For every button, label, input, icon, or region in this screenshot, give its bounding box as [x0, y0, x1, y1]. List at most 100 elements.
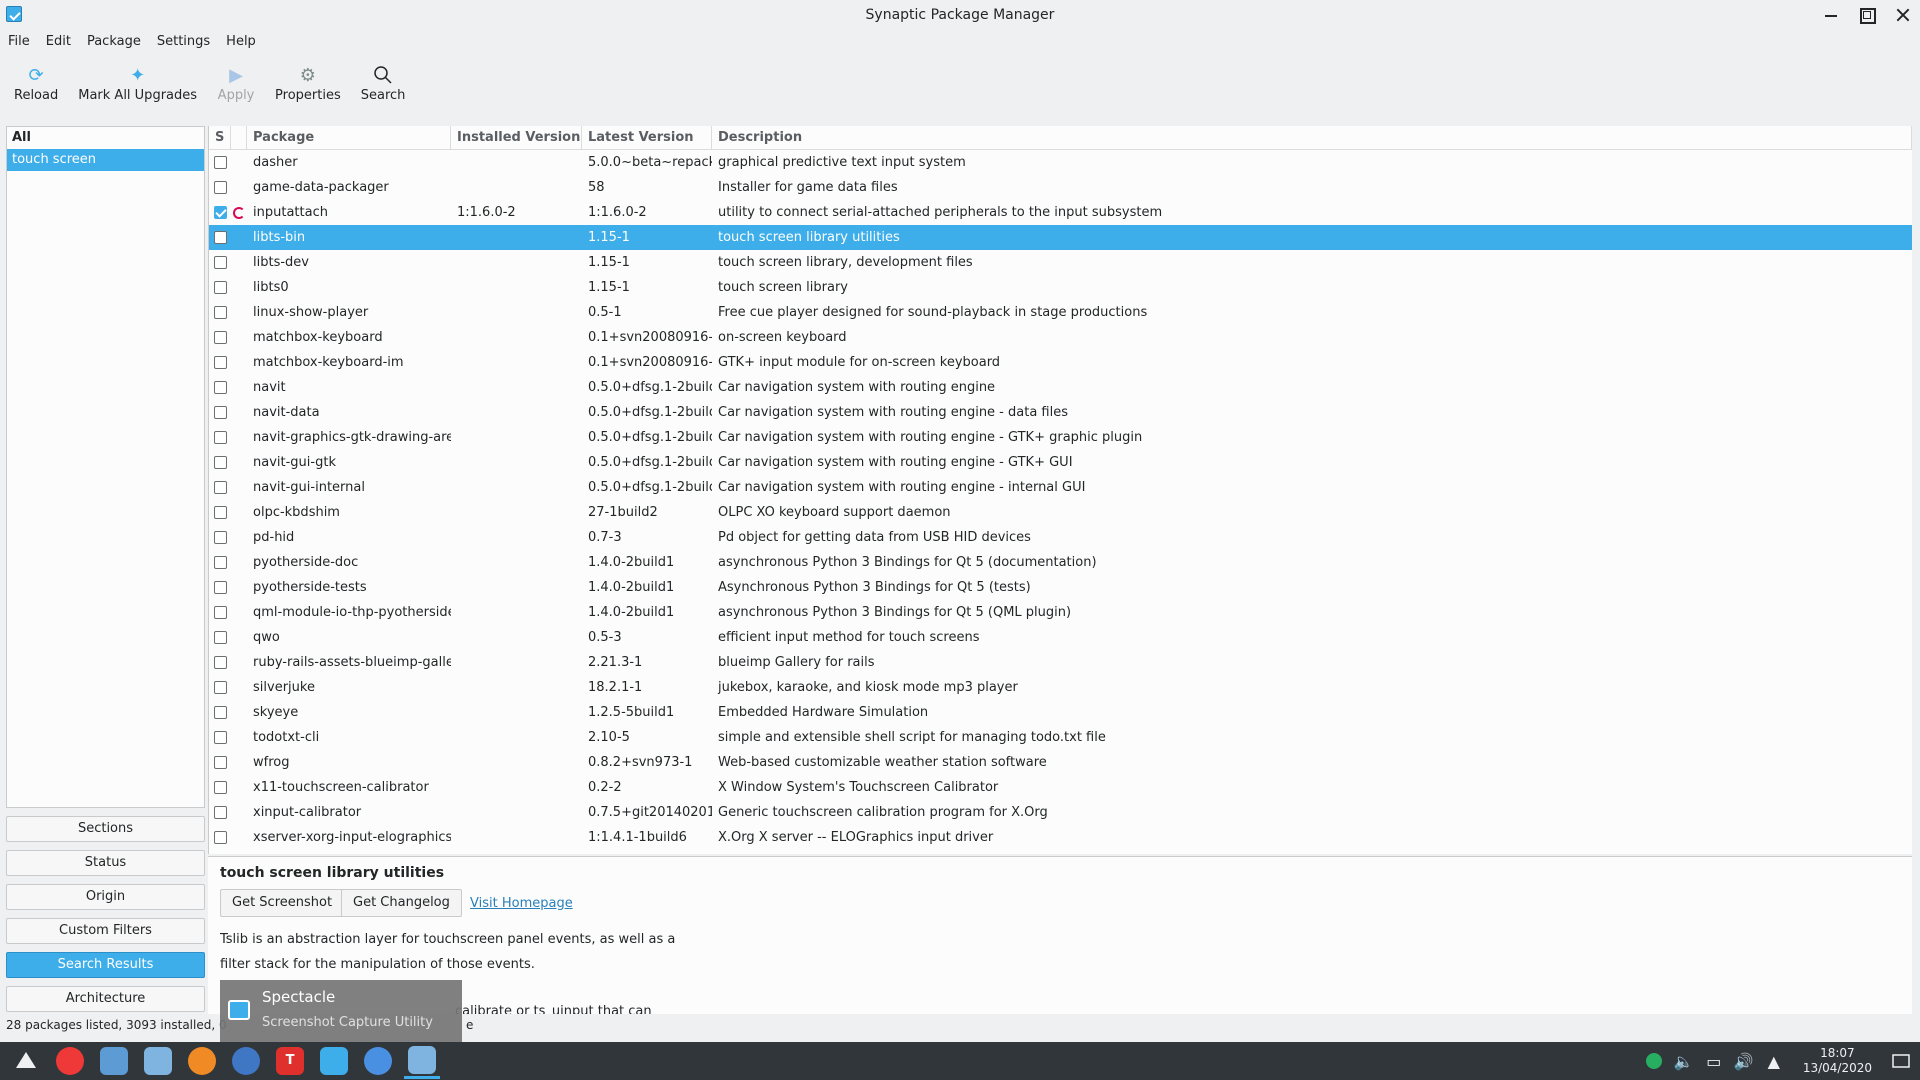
table-row[interactable]: pd-hid 0.7-3 Pd object for getting data fr… [209, 525, 1912, 550]
package-checkbox[interactable] [209, 631, 231, 644]
sections-button[interactable]: Sections [6, 816, 205, 842]
get-screenshot-button[interactable]: Get Screenshot [220, 889, 345, 917]
table-row[interactable]: libts-bin 1.15-1 touch screen library util… [209, 225, 1912, 250]
package-checkbox[interactable] [209, 831, 231, 844]
application-launcher-icon[interactable] [8, 1043, 44, 1079]
package-checkbox[interactable] [209, 756, 231, 769]
origin-button[interactable]: Origin [6, 884, 205, 910]
package-checkbox[interactable] [209, 381, 231, 394]
table-row[interactable]: qwo 0.5-3 efficient input method for touch… [209, 625, 1912, 650]
table-row[interactable]: libts-dev 1.15-1 touch screen library, dev… [209, 250, 1912, 275]
custom-filters-button[interactable]: Custom Filters [6, 918, 205, 944]
package-checkbox[interactable] [209, 456, 231, 469]
column-latest-version[interactable]: Latest Version [582, 126, 712, 149]
package-checkbox[interactable] [209, 506, 231, 519]
menu-settings[interactable]: Settings [149, 32, 218, 54]
synaptic-icon[interactable] [140, 1043, 176, 1079]
table-row[interactable]: game-data-packager 58 Installer for game d… [209, 175, 1912, 200]
column-installed-version[interactable]: Installed Version [451, 126, 582, 149]
package-checkbox[interactable] [209, 481, 231, 494]
close-icon[interactable] [1894, 6, 1912, 24]
package-checkbox[interactable] [209, 231, 231, 244]
architecture-button[interactable]: Architecture [6, 986, 205, 1012]
table-row[interactable]: silverjuke 18.2.1-1 jukebox, karaoke, and … [209, 675, 1912, 700]
menu-edit[interactable]: Edit [38, 32, 79, 54]
update-ok-icon[interactable] [1643, 1050, 1665, 1072]
table-row[interactable]: ruby-rails-assets-blueimp-gallery 2.21.3-… [209, 650, 1912, 675]
column-package[interactable]: Package [247, 126, 451, 149]
table-row[interactable]: navit-gui-gtk 0.5.0+dfsg.1-2build1 Car nav… [209, 450, 1912, 475]
typora-icon[interactable]: T [272, 1043, 308, 1079]
apply-button[interactable]: ▶ Apply [207, 58, 265, 116]
package-checkbox[interactable] [209, 606, 231, 619]
notifications-icon[interactable] [1890, 1050, 1912, 1072]
table-row[interactable]: todotxt-cli 2.10-5 simple and extensible s… [209, 725, 1912, 750]
package-checkbox[interactable] [209, 656, 231, 669]
speaker-icon[interactable]: 🔊 [1733, 1050, 1755, 1072]
chrome-icon[interactable] [360, 1043, 396, 1079]
package-checkbox[interactable] [209, 731, 231, 744]
menu-package[interactable]: Package [79, 32, 149, 54]
filter-header-all[interactable]: All [7, 127, 204, 149]
package-checkbox[interactable] [209, 356, 231, 369]
table-row[interactable]: xinput-calibrator 0.7.5+git20140201- Gener… [209, 800, 1912, 825]
files-icon[interactable] [96, 1043, 132, 1079]
package-checkbox[interactable] [209, 331, 231, 344]
package-checkbox[interactable] [209, 781, 231, 794]
table-row[interactable]: inputattach 1:1.6.0-2 1:1.6.0-2 utility to … [209, 200, 1912, 225]
search-button[interactable]: Search [351, 58, 416, 116]
table-row[interactable]: matchbox-keyboard-im 0.1+svn20080916-1 GTK… [209, 350, 1912, 375]
package-checkbox[interactable] [209, 556, 231, 569]
network-icon[interactable]: ▭ [1703, 1050, 1725, 1072]
table-row[interactable]: libts0 1.15-1 touch screen library [209, 275, 1912, 300]
table-row[interactable]: qml-module-io-thp-pyotherside 1.4.0-2buil… [209, 600, 1912, 625]
table-row[interactable]: navit-gui-internal 0.5.0+dfsg.1-2build1 Ca… [209, 475, 1912, 500]
package-checkbox[interactable] [209, 431, 231, 444]
table-row[interactable]: x11-touchscreen-calibrator 0.2-2 X Window … [209, 775, 1912, 800]
filter-item-touch-screen[interactable]: touch screen [7, 149, 204, 171]
menu-help[interactable]: Help [218, 32, 264, 54]
mark-all-upgrades-button[interactable]: ✦ Mark All Upgrades [68, 58, 207, 116]
table-row[interactable]: navit 0.5.0+dfsg.1-2build1 Car navigation … [209, 375, 1912, 400]
table-row[interactable]: matchbox-keyboard 0.1+svn20080916-1 on-scr… [209, 325, 1912, 350]
table-row[interactable]: pyotherside-doc 1.4.0-2build1 asynchronous… [209, 550, 1912, 575]
table-row[interactable]: dasher 5.0.0~beta~repack-6 graphical predi… [209, 150, 1912, 175]
reload-button[interactable]: ⟳ Reload [4, 58, 68, 116]
thunderbird-icon[interactable] [228, 1043, 264, 1079]
package-checkbox[interactable] [209, 406, 231, 419]
table-row[interactable]: olpc-kbdshim 27-1build2 OLPC XO keyboard s… [209, 500, 1912, 525]
package-checkbox[interactable] [209, 581, 231, 594]
properties-button[interactable]: ⚙ Properties [265, 58, 351, 116]
package-checkbox[interactable] [209, 156, 231, 169]
search-results-button[interactable]: Search Results [6, 952, 205, 978]
column-icon[interactable] [231, 126, 247, 149]
firefox-icon[interactable] [184, 1043, 220, 1079]
table-row[interactable]: navit-graphics-gtk-drawing-area 0.5.0+dfs… [209, 425, 1912, 450]
package-checkbox[interactable] [209, 181, 231, 194]
table-row[interactable]: wfrog 0.8.2+svn973-1 Web-based customizabl… [209, 750, 1912, 775]
package-checkbox[interactable] [209, 806, 231, 819]
package-checkbox[interactable] [209, 281, 231, 294]
clock[interactable]: 18:07 13/04/2020 [1803, 1046, 1872, 1076]
menu-file[interactable]: File [0, 32, 38, 54]
table-row[interactable]: pyotherside-tests 1.4.0-2build1 Asynchrono… [209, 575, 1912, 600]
synaptic-active-icon[interactable] [404, 1043, 440, 1079]
package-checkbox[interactable] [209, 706, 231, 719]
volume-icon[interactable]: 🔈 [1673, 1050, 1695, 1072]
expand-tray-icon[interactable]: ▲ [1763, 1050, 1785, 1072]
get-changelog-button[interactable]: Get Changelog [341, 889, 462, 917]
table-row[interactable]: xserver-xorg-input-elographics 1:1.4.1-1b… [209, 825, 1912, 850]
package-checkbox[interactable] [209, 681, 231, 694]
column-description[interactable]: Description [712, 126, 1912, 149]
minimize-icon[interactable] [1822, 6, 1840, 24]
vivaldi-icon[interactable] [52, 1043, 88, 1079]
package-checkbox[interactable] [209, 256, 231, 269]
package-checkbox[interactable] [209, 306, 231, 319]
column-status[interactable]: S [209, 126, 231, 149]
spectacle-icon[interactable] [316, 1043, 352, 1079]
maximize-icon[interactable] [1858, 6, 1876, 24]
table-row[interactable]: linux-show-player 0.5-1 Free cue player de… [209, 300, 1912, 325]
package-checkbox[interactable] [209, 531, 231, 544]
status-button[interactable]: Status [6, 850, 205, 876]
package-checkbox[interactable] [209, 206, 231, 219]
